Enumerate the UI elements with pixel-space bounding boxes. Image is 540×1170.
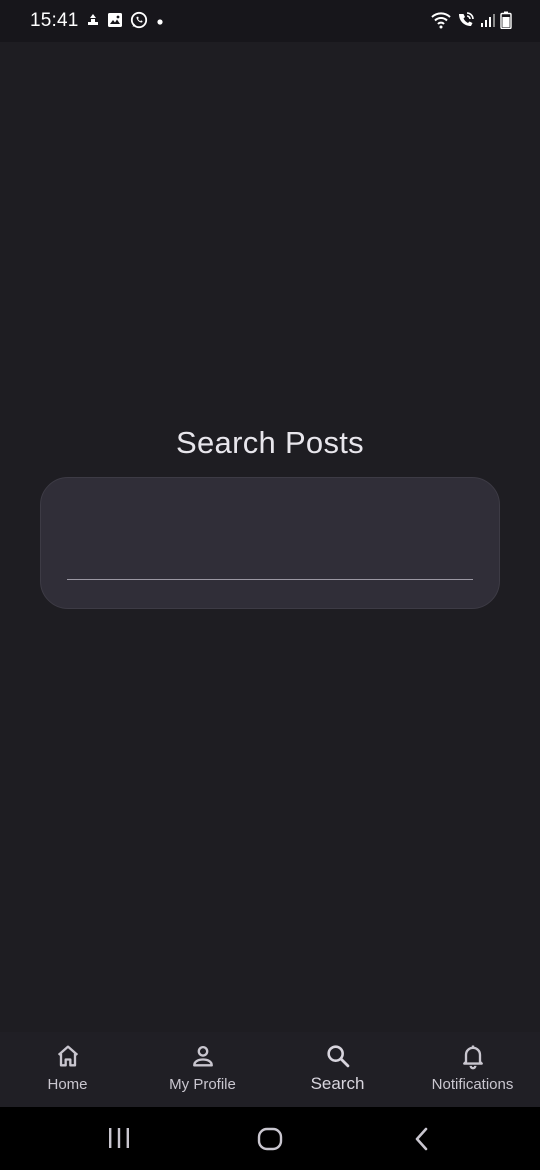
home-icon — [54, 1042, 82, 1070]
bell-icon — [459, 1042, 487, 1070]
back-icon[interactable] — [410, 1125, 434, 1158]
nav-label-home: Home — [47, 1076, 88, 1093]
dot-icon — [155, 14, 165, 32]
nav-label-search: Search — [310, 1074, 365, 1093]
search-input[interactable] — [67, 536, 473, 580]
signal-icon — [480, 12, 496, 33]
nav-label-my-profile: My Profile — [169, 1076, 236, 1093]
cloud-upload-icon — [86, 13, 100, 32]
status-left-icons — [86, 11, 165, 34]
nav-label-notifications: Notifications — [431, 1076, 514, 1093]
status-time: 15:41 — [30, 10, 79, 31]
wifi-icon — [430, 11, 452, 34]
home-circle-icon[interactable] — [256, 1125, 284, 1158]
battery-icon — [500, 11, 512, 34]
search-card — [40, 477, 500, 609]
search-icon — [324, 1042, 352, 1070]
nav-item-home[interactable]: Home — [0, 1032, 135, 1107]
main-content: Search Posts — [0, 42, 540, 1032]
gallery-icon — [107, 12, 123, 33]
bottom-nav: Home My Profile Search Notifications — [0, 1032, 540, 1107]
status-bar: 15:41 — [0, 0, 540, 42]
person-icon — [189, 1042, 217, 1070]
status-right-icons — [430, 11, 512, 34]
page-title: Search Posts — [176, 425, 364, 460]
system-nav-bar — [0, 1107, 540, 1170]
nav-item-search[interactable]: Search — [270, 1032, 405, 1107]
whatsapp-icon — [130, 11, 148, 34]
wifi-calling-icon — [456, 11, 476, 34]
nav-item-my-profile[interactable]: My Profile — [135, 1032, 270, 1107]
recent-apps-icon[interactable] — [106, 1125, 132, 1156]
nav-item-notifications[interactable]: Notifications — [405, 1032, 540, 1107]
